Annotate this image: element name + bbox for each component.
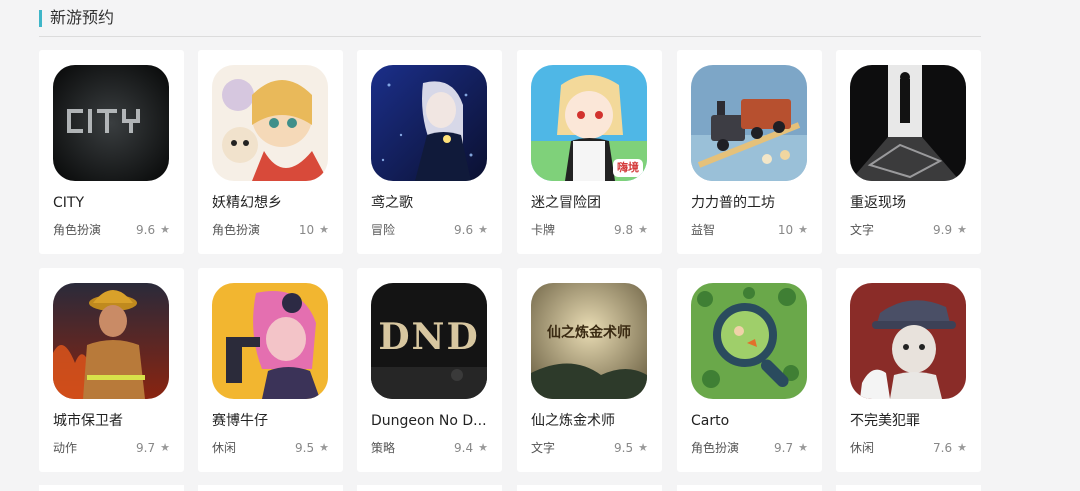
game-name: 鸢之歌 [371,195,413,211]
rating-value: 9.7 [136,441,156,455]
game-rating: 9.8 ★ [614,223,648,237]
star-icon: ★ [160,441,170,454]
game-icon-carto[interactable] [691,283,807,399]
game-icon-return-scene[interactable] [850,65,966,181]
next-row-card-edge [198,485,343,491]
game-icon-mystery-adventure[interactable]: 嗨境 [531,65,647,181]
rating-value: 9.6 [454,223,474,237]
star-icon: ★ [638,223,648,236]
game-rating: 9.9 ★ [933,223,967,237]
star-icon: ★ [478,441,488,454]
game-icon-city[interactable] [53,65,169,181]
game-card-mystery-adventure[interactable]: 嗨境 迷之冒险团 卡牌 9.8 ★ [517,50,662,254]
game-icon-kite-song[interactable] [371,65,487,181]
star-icon: ★ [319,441,329,454]
game-name: 迷之冒险团 [531,195,601,211]
next-row-card-edge [677,485,822,491]
game-name: 妖精幻想乡 [212,195,282,211]
game-rating: 9.4 ★ [454,441,488,455]
game-genre: 动作 [53,441,78,455]
rating-value: 9.5 [614,441,634,455]
brand-badge: 嗨境 [613,159,643,177]
next-row-card-edge [357,485,502,491]
game-genre: 冒险 [371,223,396,237]
rating-value: 9.4 [454,441,474,455]
rating-value: 9.5 [295,441,315,455]
game-name: 力力普的工坊 [691,195,775,211]
rating-value: 10 [777,223,794,237]
game-rating: 9.6 ★ [136,223,170,237]
game-rating: 9.5 ★ [295,441,329,455]
game-genre: 益智 [691,223,716,237]
dungeon-logo-text: DND [378,316,479,358]
game-icon-imperfect-crime[interactable] [850,283,966,399]
game-icon-fairy-fantasy[interactable] [212,65,328,181]
game-genre: 角色扮演 [53,223,102,237]
game-card-city[interactable]: CITY 角色扮演 9.6 ★ [39,50,184,254]
game-name: Carto [691,413,730,429]
star-icon: ★ [957,441,967,454]
game-icon-dungeon[interactable]: DND [371,283,487,399]
section-title: 新游预约 [50,8,115,27]
new-games-section: 新游预约 CITY 角色扮演 9.6 ★ 妖精幻想乡 角色扮演 10 ★ 鸢之歌… [39,0,981,491]
game-genre: 休闲 [212,441,237,455]
game-rating: 9.6 ★ [454,223,488,237]
game-rating: 9.7 ★ [774,441,808,455]
star-icon: ★ [798,441,808,454]
game-genre: 策略 [371,441,396,455]
star-icon: ★ [957,223,967,236]
game-icon-lilipu-workshop[interactable] [691,65,807,181]
star-icon: ★ [798,223,808,236]
game-card-cyber-cowboy[interactable]: 赛博牛仔 休闲 9.5 ★ [198,268,343,472]
game-rating: 9.7 ★ [136,441,170,455]
game-rating: 10 ★ [299,223,329,237]
star-icon: ★ [638,441,648,454]
section-header: 新游预约 [39,0,981,37]
game-name: 赛博牛仔 [212,413,268,429]
game-card-city-defender[interactable]: 城市保卫者 动作 9.7 ★ [39,268,184,472]
game-rating: 10 ★ [778,223,808,237]
section-accent-bar [39,9,42,27]
next-row-card-edge [39,485,184,491]
rating-value: 7.6 [933,441,953,455]
game-card-lilipu-workshop[interactable]: 力力普的工坊 益智 10 ★ [677,50,822,254]
game-genre: 休闲 [850,441,875,455]
game-genre: 文字 [850,223,875,237]
rating-value: 9.8 [614,223,634,237]
game-name: CITY [53,195,85,211]
game-icon-immortal-alchemist[interactable]: 仙之炼金术师 [531,283,647,399]
rating-value: 9.6 [136,223,156,237]
next-row-card-edge [517,485,662,491]
star-icon: ★ [160,223,170,236]
rating-value: 9.7 [774,441,794,455]
game-card-imperfect-crime[interactable]: 不完美犯罪 休闲 7.6 ★ [836,268,981,472]
game-name: 仙之炼金术师 [531,413,615,429]
game-card-fairy-fantasy[interactable]: 妖精幻想乡 角色扮演 10 ★ [198,50,343,254]
alchemist-logo-text: 仙之炼金术师 [547,324,631,341]
game-name: 不完美犯罪 [850,413,920,429]
game-rating: 7.6 ★ [933,441,967,455]
rating-value: 9.9 [933,223,953,237]
next-row-card-edge [836,485,981,491]
game-card-kite-song[interactable]: 鸢之歌 冒险 9.6 ★ [357,50,502,254]
star-icon: ★ [478,223,488,236]
game-name: Dungeon No D... [371,413,487,429]
game-card-dungeon[interactable]: DND Dungeon No D... 策略 9.4 ★ [357,268,502,472]
star-icon: ★ [319,223,329,236]
game-rating: 9.5 ★ [614,441,648,455]
game-genre: 角色扮演 [212,223,261,237]
rating-value: 10 [298,223,315,237]
game-card-return-scene[interactable]: 重返现场 文字 9.9 ★ [836,50,981,254]
game-genre: 文字 [531,441,556,455]
game-genre: 卡牌 [531,223,556,237]
game-icon-city-defender[interactable] [53,283,169,399]
game-name: 城市保卫者 [53,413,123,429]
game-name: 重返现场 [850,195,906,211]
game-card-immortal-alchemist[interactable]: 仙之炼金术师 仙之炼金术师 文字 9.5 ★ [517,268,662,472]
game-genre: 角色扮演 [691,441,740,455]
game-card-carto[interactable]: Carto 角色扮演 9.7 ★ [677,268,822,472]
brand-badge-text: 嗨境 [617,161,639,174]
game-icon-cyber-cowboy[interactable] [212,283,328,399]
